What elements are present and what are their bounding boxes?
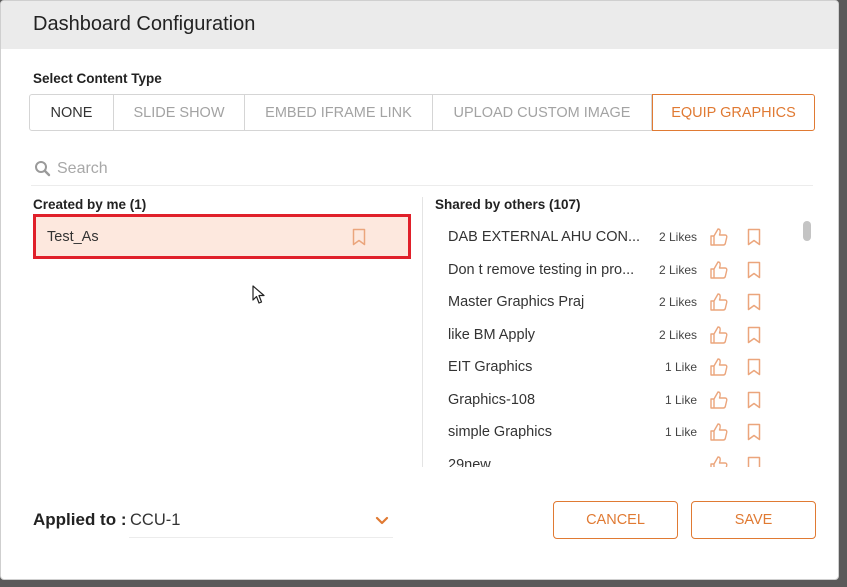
list-item-name: simple Graphics	[448, 424, 552, 441]
search-icon	[35, 161, 51, 177]
dashboard-configuration-dialog: Dashboard Configuration Select Content T…	[0, 0, 839, 580]
thumbs-up-icon[interactable]	[709, 325, 729, 345]
bookmark-icon[interactable]	[747, 261, 761, 279]
tab-embed-iframe-link[interactable]: EMBED IFRAME LINK	[245, 94, 433, 131]
search-input[interactable]	[55, 159, 759, 179]
likes-count: 1 Like	[664, 392, 697, 407]
likes-count: 2 Likes	[658, 230, 697, 245]
list-item[interactable]: EIT Graphics 1 Like	[437, 351, 767, 384]
thumbs-up-icon[interactable]	[709, 455, 729, 467]
list-item-name: like BM Apply	[448, 326, 536, 343]
cancel-button[interactable]: CANCEL	[553, 501, 678, 539]
list-item[interactable]: DAB EXTERNAL AHU CON... 2 Likes	[437, 221, 767, 254]
list-item[interactable]: 29new	[437, 449, 767, 467]
list-item[interactable]: Graphics-108 1 Like	[437, 384, 767, 417]
tab-slide-show[interactable]: SLIDE SHOW	[114, 94, 245, 131]
thumbs-up-icon[interactable]	[709, 390, 729, 410]
shared-graphics-list: DAB EXTERNAL AHU CON... 2 Likes Don t re…	[437, 221, 767, 467]
bookmark-icon[interactable]	[747, 293, 761, 311]
search-bar	[31, 153, 813, 186]
list-item-name: EIT Graphics	[448, 359, 533, 376]
applied-to-label: Applied to :	[33, 510, 127, 529]
thumbs-up-icon[interactable]	[709, 357, 729, 377]
list-item[interactable]: like BM Apply 2 Likes	[437, 319, 767, 352]
bookmark-icon[interactable]	[747, 391, 761, 409]
likes-count: 2 Likes	[658, 327, 697, 342]
likes-count: 2 Likes	[658, 295, 697, 310]
list-item-name: DAB EXTERNAL AHU CON...	[448, 229, 641, 246]
bookmark-icon[interactable]	[352, 228, 366, 246]
scrollbar-thumb[interactable]	[803, 221, 811, 241]
list-item-name: Graphics-108	[448, 391, 536, 408]
applied-to-select[interactable]: CCU-1	[129, 504, 393, 538]
list-item-test-as[interactable]: Test_As	[33, 214, 411, 259]
thumbs-up-icon[interactable]	[709, 292, 729, 312]
thumbs-up-icon[interactable]	[709, 227, 729, 247]
tab-upload-custom-image[interactable]: UPLOAD CUSTOM IMAGE	[433, 94, 652, 131]
bookmark-icon[interactable]	[747, 456, 761, 467]
likes-count: 1 Like	[664, 425, 697, 440]
list-item[interactable]: Don t remove testing in pro... 2 Likes	[437, 254, 767, 287]
dialog-header: Dashboard Configuration	[1, 1, 838, 49]
tab-equip-graphics[interactable]: EQUIP GRAPHICS	[652, 94, 815, 131]
thumbs-up-icon[interactable]	[709, 422, 729, 442]
bookmark-icon[interactable]	[747, 423, 761, 441]
list-item[interactable]: simple Graphics 1 Like	[437, 416, 767, 449]
list-item-name: Test_As	[47, 228, 99, 245]
list-item-name: Don t remove testing in pro...	[448, 261, 635, 278]
applied-to-value: CCU-1	[130, 511, 181, 529]
content-type-label: Select Content Type	[33, 71, 162, 86]
chevron-down-icon	[375, 516, 389, 524]
dialog-title: Dashboard Configuration	[33, 13, 256, 35]
tab-none[interactable]: NONE	[29, 94, 114, 131]
list-item-name: Master Graphics Praj	[448, 294, 585, 311]
bookmark-icon[interactable]	[747, 326, 761, 344]
content-type-tabs: NONE SLIDE SHOW EMBED IFRAME LINK UPLOAD…	[29, 94, 815, 131]
bookmark-icon[interactable]	[747, 228, 761, 246]
bookmark-icon[interactable]	[747, 358, 761, 376]
list-item-name: 29new	[448, 456, 491, 467]
likes-count: 2 Likes	[658, 262, 697, 277]
column-divider	[422, 197, 423, 467]
mouse-pointer-icon	[252, 285, 265, 304]
likes-count: 1 Like	[664, 360, 697, 375]
list-item[interactable]: Master Graphics Praj 2 Likes	[437, 286, 767, 319]
created-by-me-title: Created by me (1)	[33, 197, 147, 212]
thumbs-up-icon[interactable]	[709, 260, 729, 280]
save-button[interactable]: SAVE	[691, 501, 816, 539]
shared-by-others-title: Shared by others (107)	[435, 197, 581, 212]
